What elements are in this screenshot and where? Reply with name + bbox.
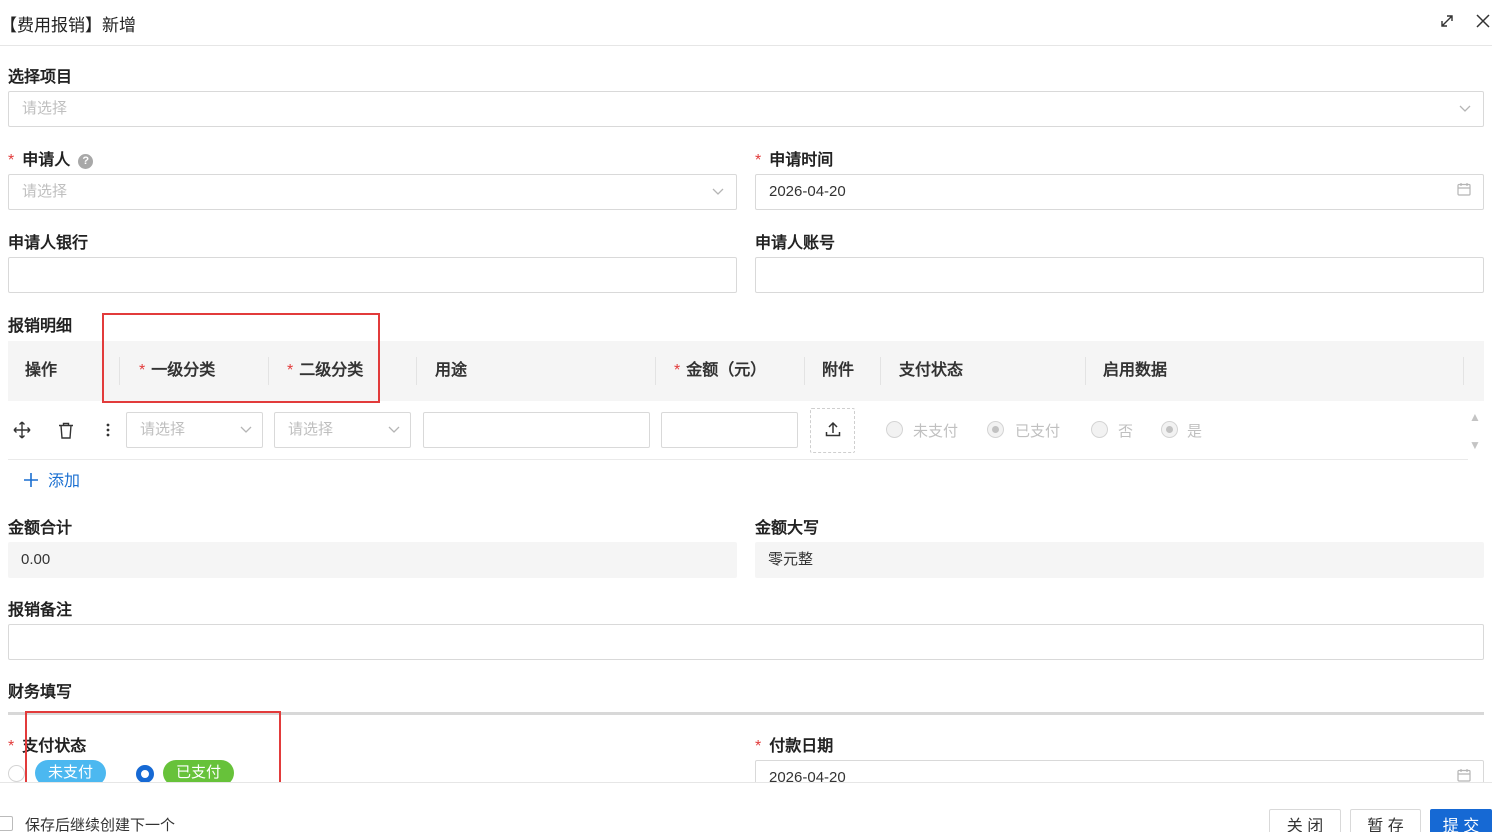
col-enable: 启用数据 [1103, 362, 1168, 379]
more-icon[interactable] [105, 421, 111, 443]
total-value: 0.00 [8, 542, 737, 578]
amount-words-label: 金额大写 [755, 520, 820, 537]
close-icon[interactable] [1472, 10, 1492, 32]
chevron-down-icon [240, 413, 252, 447]
level1-select[interactable]: 请选择 [126, 412, 263, 448]
submit-button[interactable]: 提 交 [1430, 809, 1492, 832]
scroll-up-icon[interactable]: ▲ [1468, 410, 1482, 424]
remark-input[interactable] [8, 624, 1484, 660]
pay-status-radio-unpaid[interactable] [8, 765, 25, 782]
pay-date-label: * 付款日期 [755, 738, 834, 755]
calendar-icon [1457, 175, 1471, 209]
close-button[interactable]: 关 闭 [1269, 809, 1341, 832]
draft-button[interactable]: 暂 存 [1350, 809, 1421, 832]
section-divider [8, 712, 1484, 715]
add-row-button[interactable]: 添加 [24, 467, 80, 492]
level2-select[interactable]: 请选择 [274, 412, 411, 448]
details-table-header: 操作 * 一级分类 * 二级分类 用途 * 金额（元） 附件 支付状态 启用数据 [8, 341, 1484, 401]
col-purpose: 用途 [435, 362, 468, 379]
amount-words-value: 零元整 [755, 542, 1484, 578]
col-amount: * 金额（元） [674, 362, 767, 379]
details-label: 报销明细 [8, 318, 73, 335]
upload-icon [825, 421, 841, 441]
applicant-select[interactable]: 请选择 [8, 174, 737, 210]
applicant-label: * 申请人? [8, 146, 94, 170]
col-operation: 操作 [25, 362, 58, 379]
expand-icon[interactable] [1436, 10, 1458, 32]
plus-icon [24, 473, 38, 492]
pay-status-radio-paid[interactable] [136, 765, 154, 783]
applicant-bank-label: 申请人银行 [8, 235, 89, 252]
col-attachment: 附件 [822, 362, 855, 379]
drag-handle-icon[interactable] [13, 421, 31, 443]
applicant-bank-input[interactable] [8, 257, 737, 293]
amount-input[interactable] [661, 412, 798, 448]
continue-label: 保存后继续创建下一个 [25, 817, 176, 832]
finance-section-title: 财务填写 [8, 684, 73, 701]
total-label: 金额合计 [8, 520, 73, 537]
remark-label: 报销备注 [8, 602, 73, 619]
row-radio-no[interactable] [1091, 421, 1108, 438]
chevron-down-icon [712, 175, 724, 209]
row-radio-yes[interactable] [1161, 421, 1178, 438]
upload-button[interactable] [810, 408, 855, 453]
project-label: 选择项目 [8, 69, 73, 86]
apply-time-picker[interactable]: 2026-04-20 [755, 174, 1484, 210]
delete-icon[interactable] [58, 422, 74, 443]
applicant-account-label: 申请人账号 [755, 235, 836, 252]
row-radio-paid[interactable] [987, 421, 1004, 438]
project-select[interactable]: 请选择 [8, 91, 1484, 127]
col-pay-status: 支付状态 [899, 362, 964, 379]
dialog-header: 【费用报销】新增 [0, 0, 1492, 46]
chevron-down-icon [1459, 92, 1471, 126]
pay-status-label: * 支付状态 [8, 738, 87, 755]
help-icon[interactable]: ? [78, 154, 94, 169]
applicant-account-input[interactable] [755, 257, 1484, 293]
continue-checkbox[interactable] [0, 816, 13, 831]
col-level1: * 一级分类 [139, 362, 216, 379]
purpose-input[interactable] [423, 412, 650, 448]
row-radio-unpaid[interactable] [886, 421, 903, 438]
chevron-down-icon [388, 413, 400, 447]
apply-time-label: * 申请时间 [755, 152, 834, 169]
scroll-down-icon[interactable]: ▼ [1468, 438, 1482, 452]
col-level2: * 二级分类 [287, 362, 364, 379]
dialog-title: 【费用报销】新增 [0, 16, 136, 35]
